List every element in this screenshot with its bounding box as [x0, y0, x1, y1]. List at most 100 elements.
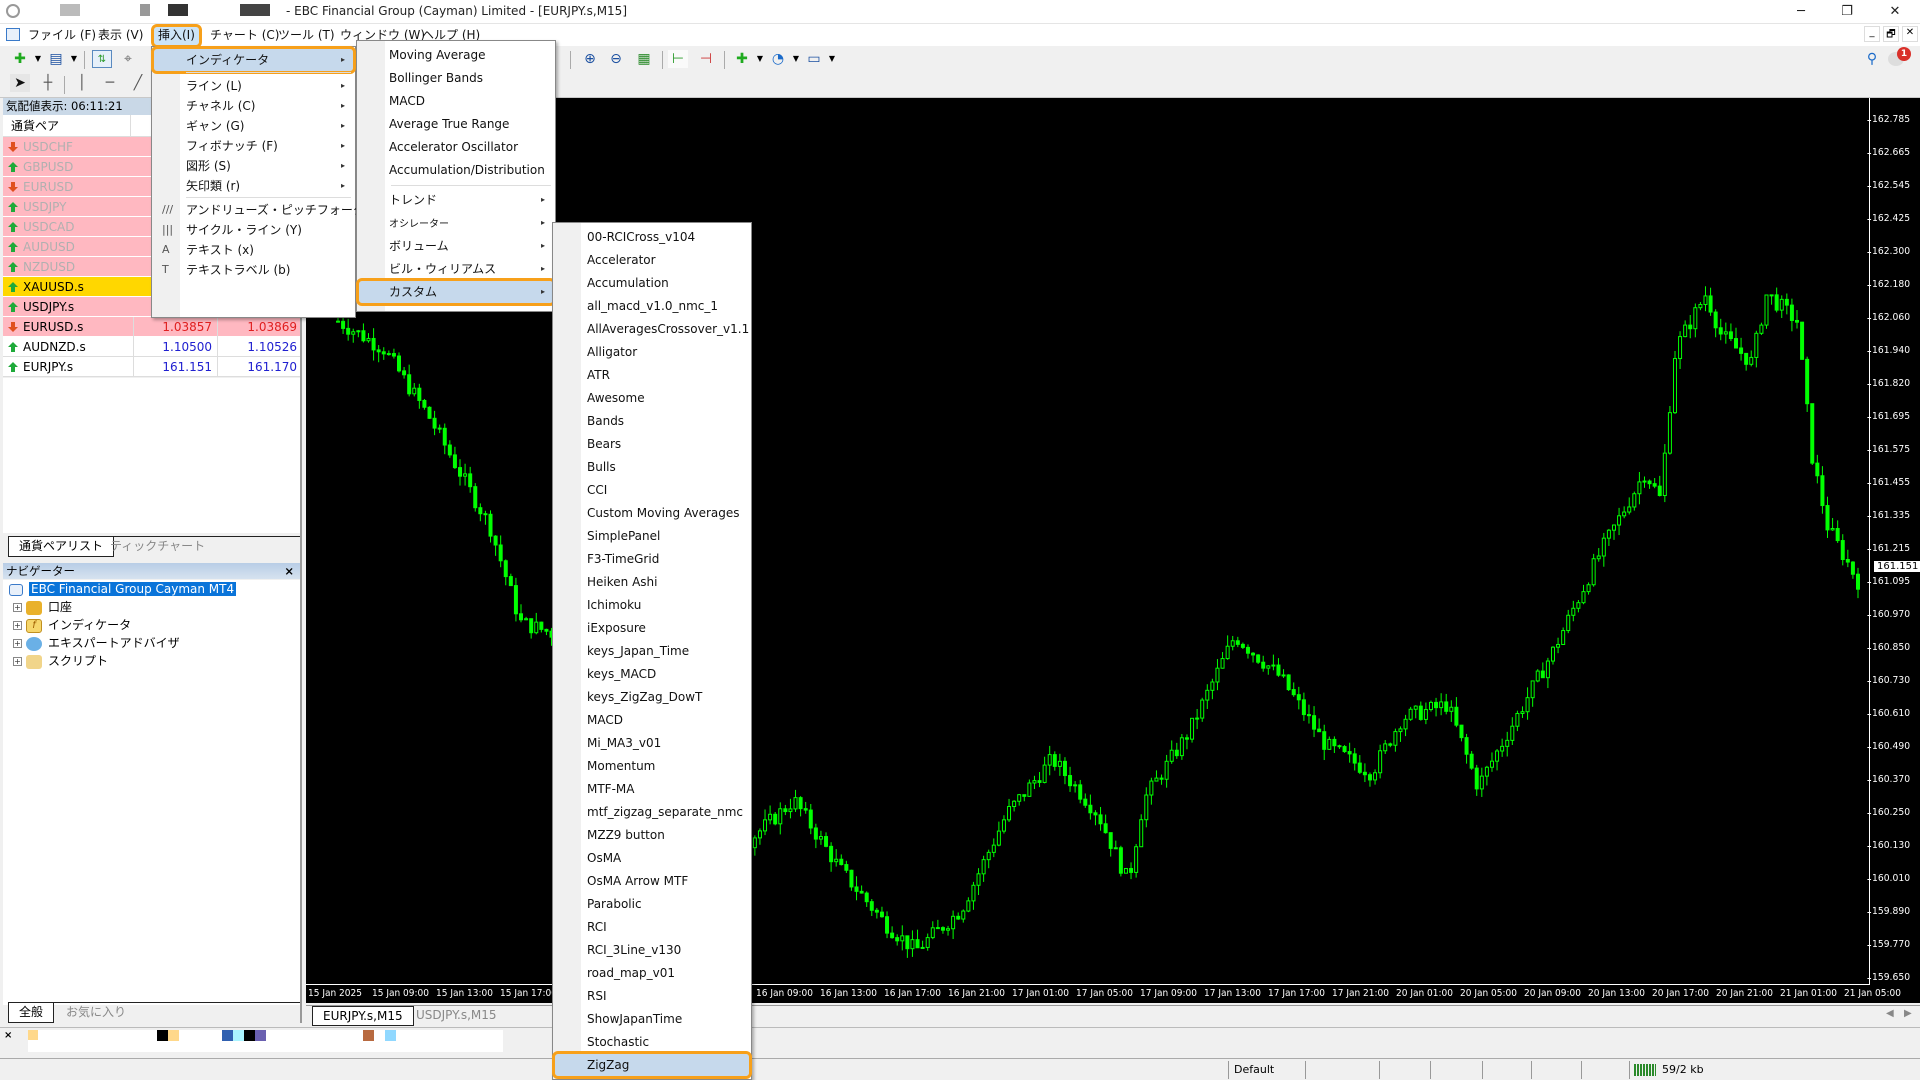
market-watch-row[interactable]: EURUSD.s 1.03857 1.03869	[3, 317, 300, 337]
market-watch-icon[interactable]: ⇅	[92, 50, 112, 68]
tile-windows-icon[interactable]: ▦	[634, 50, 654, 68]
chart-tab-usdjpy[interactable]: USDJPY.s,M15	[406, 1006, 507, 1026]
custom-indicator-item[interactable]: MTF-MA	[555, 778, 749, 800]
custom-indicator-item[interactable]: RSI	[555, 985, 749, 1007]
custom-indicator-item[interactable]: F3-TimeGrid	[555, 548, 749, 570]
horizontal-line-icon[interactable]: ─	[100, 74, 120, 92]
indicator-menu-item[interactable]: ボリューム ▸	[359, 235, 553, 257]
indicator-menu-item[interactable]: カスタム ▸	[356, 278, 556, 306]
child-close-button[interactable]: ✕	[1902, 26, 1918, 42]
add-indicator-icon[interactable]: ✚	[732, 50, 752, 68]
indicator-menu-item[interactable]: オシレーター ▸	[359, 212, 553, 234]
custom-indicator-item[interactable]: OsMA	[555, 847, 749, 869]
custom-indicator-item[interactable]: Ichimoku	[555, 594, 749, 616]
custom-indicator-item[interactable]: keys_ZigZag_DowT	[555, 686, 749, 708]
menu-file[interactable]: ファイル (F)	[24, 27, 100, 45]
dropdown-arrow-icon[interactable]: ▼	[64, 50, 84, 68]
search-icon[interactable]: ⚲	[1862, 50, 1882, 68]
periods-icon[interactable]: ◔	[768, 50, 788, 68]
custom-indicator-item[interactable]: Mi_MA3_v01	[555, 732, 749, 754]
custom-indicator-item[interactable]: Custom Moving Averages	[555, 502, 749, 524]
custom-indicator-item[interactable]: Stochastic	[555, 1031, 749, 1053]
custom-indicator-item[interactable]: Alligator	[555, 341, 749, 363]
custom-indicator-item[interactable]: iExposure	[555, 617, 749, 639]
custom-indicator-item[interactable]: road_map_v01	[555, 962, 749, 984]
custom-indicator-item[interactable]: SimplePanel	[555, 525, 749, 547]
indicator-menu-item[interactable]: Accelerator Oscillator	[359, 136, 553, 158]
dropdown-arrow-icon[interactable]: ▼	[786, 50, 806, 68]
app-menu-icon[interactable]	[6, 28, 20, 41]
tab-tick-chart[interactable]: ティックチャート	[100, 537, 215, 557]
indicator-menu-item[interactable]: MACD	[359, 90, 553, 112]
zoom-in-icon[interactable]: ⊕	[580, 50, 600, 68]
custom-indicator-item[interactable]: keys_Japan_Time	[555, 640, 749, 662]
dropdown-arrow-icon[interactable]: ▼	[750, 50, 770, 68]
custom-indicator-item[interactable]: Bears	[555, 433, 749, 455]
expand-icon[interactable]: +	[13, 639, 22, 648]
menu-insert[interactable]: 挿入(I)	[151, 24, 202, 48]
indicator-menu-item[interactable]: Average True Range	[359, 113, 553, 135]
custom-indicator-item[interactable]: all_macd_v1.0_nmc_1	[555, 295, 749, 317]
indicator-menu-item[interactable]: Bollinger Bands	[359, 67, 553, 89]
insert-menu-item[interactable]: A テキスト (x)	[154, 239, 353, 261]
crosshair-icon[interactable]: ⌖	[118, 50, 138, 68]
expand-icon[interactable]: +	[13, 621, 22, 630]
restore-button[interactable]: ❐	[1832, 2, 1862, 22]
indicator-menu-item[interactable]: Moving Average	[359, 44, 553, 66]
tree-item-indicators[interactable]: + f インディケータ	[13, 616, 131, 634]
insert-menu-item[interactable]: ///アンドリューズ・ピッチフォーク (A)	[154, 199, 386, 221]
custom-indicator-item[interactable]: mtf_zigzag_separate_nmc	[555, 801, 749, 823]
custom-indicator-item[interactable]: 00-RCICross_v104	[555, 226, 749, 248]
indicator-menu-item[interactable]: ビル・ウィリアムス ▸	[359, 258, 553, 280]
custom-indicator-item[interactable]: ZigZag	[552, 1051, 752, 1079]
custom-indicator-item[interactable]: Parabolic	[555, 893, 749, 915]
indicator-menu-item[interactable]: Accumulation/Distribution	[359, 159, 553, 181]
custom-indicator-item[interactable]: Bands	[555, 410, 749, 432]
custom-indicator-item[interactable]: AllAveragesCrossover_v1.1	[555, 318, 749, 340]
tab-favorites[interactable]: お気に入り	[56, 1003, 136, 1023]
insert-menu-item[interactable]: T テキストラベル (b)	[154, 259, 353, 281]
tab-general[interactable]: 全般	[8, 1003, 55, 1023]
tree-root[interactable]: EBC Financial Group Cayman MT4	[9, 580, 237, 598]
navigator-close-button[interactable]: ×	[284, 563, 294, 579]
custom-indicator-item[interactable]: MACD	[555, 709, 749, 731]
menu-chart[interactable]: チャート (C)	[206, 27, 283, 45]
chart-tab-eurjpy[interactable]: EURJPY.s,M15	[312, 1006, 414, 1026]
tree-item-accounts[interactable]: + 口座	[13, 598, 72, 616]
insert-menu-item[interactable]: フィボナッチ (F) ▸	[154, 135, 353, 157]
close-terminal-button[interactable]: ×	[4, 1030, 12, 1041]
templates-icon[interactable]: ▭	[804, 50, 824, 68]
custom-indicator-item[interactable]: RCI_3Line_v130	[555, 939, 749, 961]
dropdown-arrow-icon[interactable]: ▼	[822, 50, 842, 68]
auto-scroll-icon[interactable]: ⊢	[668, 50, 688, 68]
custom-indicator-item[interactable]: Momentum	[555, 755, 749, 777]
menu-view[interactable]: 表示 (V)	[94, 27, 147, 45]
vertical-line-icon[interactable]: │	[72, 74, 92, 92]
tree-item-experts[interactable]: + エキスパートアドバイザ	[13, 634, 180, 652]
custom-indicator-item[interactable]: ShowJapanTime	[555, 1008, 749, 1030]
expand-icon[interactable]: +	[13, 657, 22, 666]
child-minimize-button[interactable]: _	[1864, 26, 1880, 42]
insert-menu-item[interactable]: チャネル (C) ▸	[154, 95, 353, 117]
custom-indicator-item[interactable]: RCI	[555, 916, 749, 938]
indicator-menu-item[interactable]: トレンド ▸	[359, 189, 553, 211]
dropdown-arrow-icon[interactable]: ▼	[28, 50, 48, 68]
insert-menu-item[interactable]: ||| サイクル・ライン (Y)	[154, 219, 353, 241]
custom-indicator-item[interactable]: Heiken Ashi	[555, 571, 749, 593]
custom-indicator-item[interactable]: CCI	[555, 479, 749, 501]
zoom-out-icon[interactable]: ⊖	[606, 50, 626, 68]
custom-indicator-item[interactable]: Accumulation	[555, 272, 749, 294]
custom-indicator-item[interactable]: Awesome	[555, 387, 749, 409]
scroll-right-icon[interactable]: ▶	[1904, 1008, 1912, 1019]
close-button[interactable]: ✕	[1880, 2, 1910, 22]
custom-indicator-item[interactable]: ATR	[555, 364, 749, 386]
market-watch-row[interactable]: EURJPY.s 161.151 161.170	[3, 357, 300, 377]
tree-item-scripts[interactable]: + スクリプト	[13, 652, 108, 670]
custom-indicator-item[interactable]: Accelerator	[555, 249, 749, 271]
profiles-icon[interactable]: ▤	[46, 50, 66, 68]
menu-tools[interactable]: ツール (T)	[274, 27, 339, 45]
custom-indicator-item[interactable]: MZZ9 button	[555, 824, 749, 846]
chart-shift-icon[interactable]: ⊣	[696, 50, 716, 68]
trendline-icon[interactable]: ╱	[128, 74, 148, 92]
scroll-left-icon[interactable]: ◀	[1886, 1008, 1894, 1019]
